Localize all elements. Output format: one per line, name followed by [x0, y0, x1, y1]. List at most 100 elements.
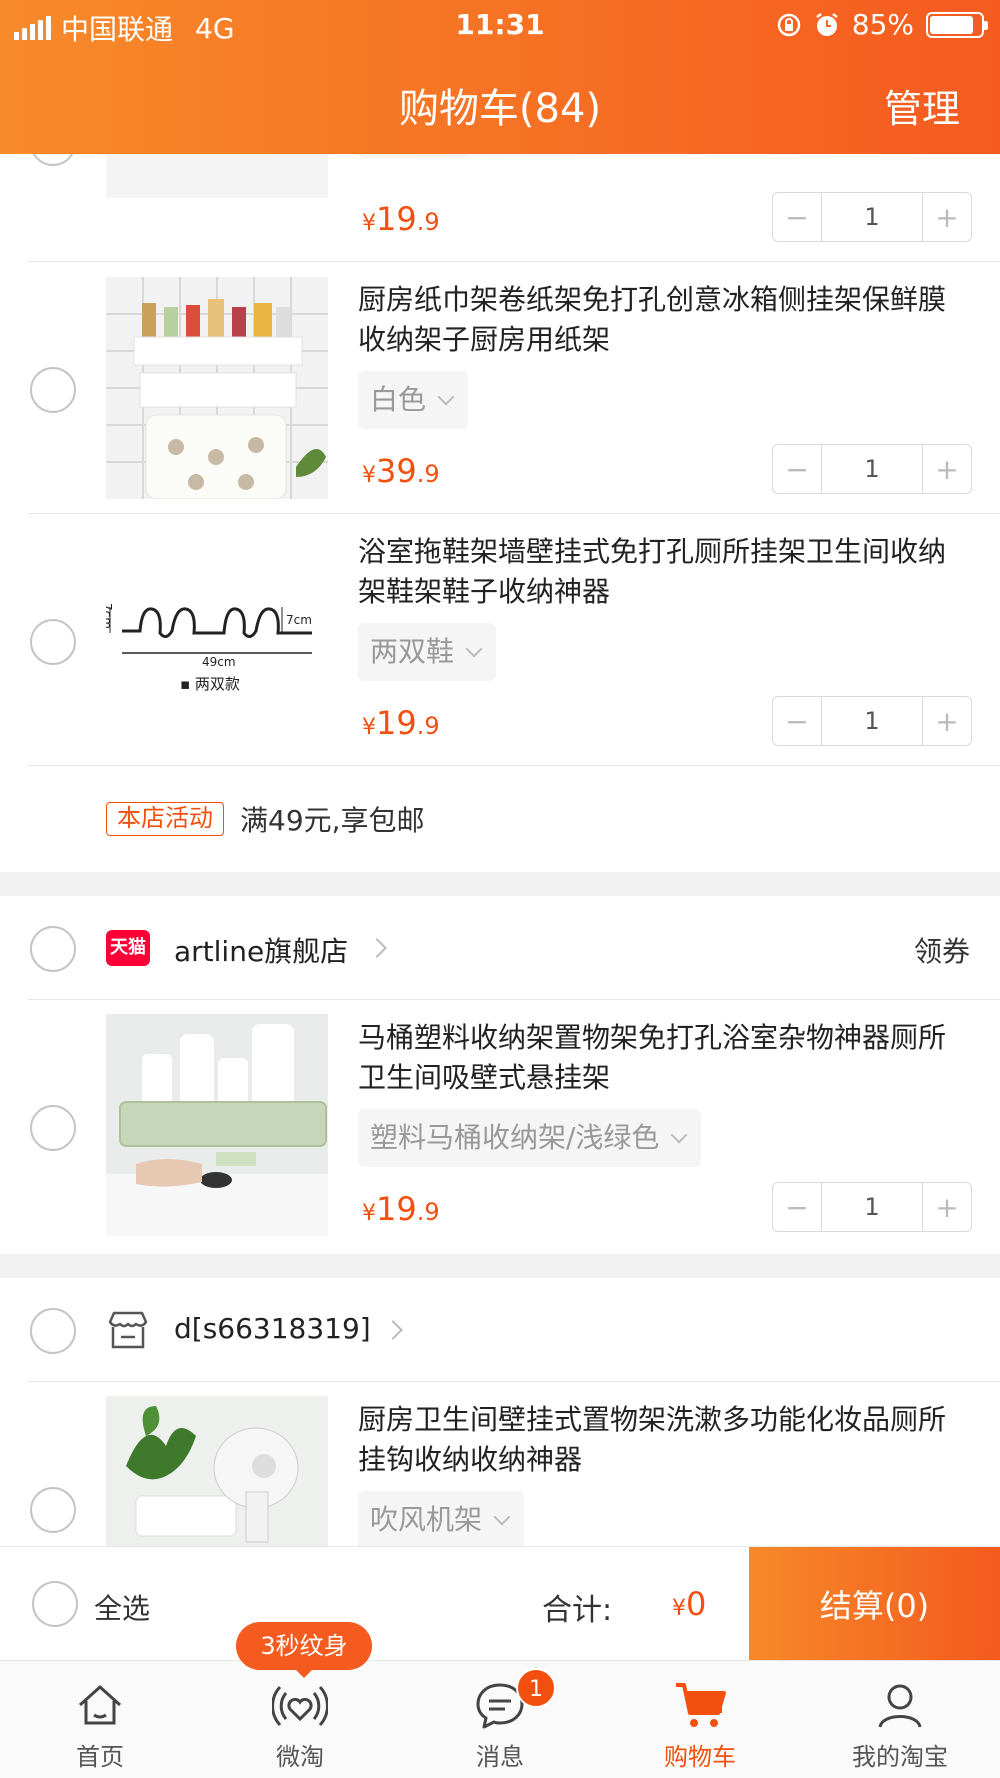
quantity-stepper[interactable]: − 1 + — [772, 1182, 972, 1232]
alarm-icon — [816, 12, 838, 36]
checkout-button[interactable]: 结算(0) — [749, 1547, 1000, 1661]
sku-selector[interactable]: 两双鞋 — [358, 623, 497, 681]
store-icon — [106, 1310, 150, 1350]
tab-home[interactable]: 首页 — [0, 1661, 200, 1778]
total-value: ¥0 — [672, 1585, 707, 1623]
battery-icon — [926, 11, 988, 38]
shop-card-1: 黑色 ¥19.9 − 1 + — [0, 78, 1000, 872]
shop-promo[interactable]: 本店活动 满49元,享包邮 — [0, 766, 1000, 866]
shop-header[interactable]: d[s66318319] — [0, 1278, 1000, 1382]
promo-text: 满49元,享包邮 — [240, 804, 425, 837]
product-image[interactable] — [106, 277, 328, 499]
decrease-button[interactable]: − — [773, 1183, 821, 1231]
sku-selector[interactable]: 塑料马桶收纳架/浅绿色 — [358, 1109, 702, 1167]
item-price: ¥19.9 — [362, 704, 440, 742]
rotation-lock-icon — [777, 13, 801, 36]
quantity-value[interactable]: 1 — [821, 445, 923, 493]
item-checkbox[interactable] — [30, 619, 76, 665]
cart-item: 厨房卫生间壁挂式置物架洗漱多功能化妆品厕所挂钩收纳收纳神器 吹风机架 — [0, 1382, 1000, 1546]
quantity-value[interactable]: 1 — [821, 697, 923, 745]
quantity-value[interactable]: 1 — [821, 193, 923, 241]
image-label-width: 49cm — [202, 655, 236, 669]
image-label-height-right: 7cm — [286, 613, 312, 627]
product-image[interactable] — [106, 1014, 328, 1236]
sku-selector[interactable]: 白色 — [358, 371, 469, 429]
select-all-label[interactable]: 全选 — [94, 1587, 150, 1627]
increase-button[interactable]: + — [923, 1183, 971, 1231]
product-title[interactable]: 马桶塑料收纳架置物架免打孔浴室杂物神器厕所卫生间吸壁式悬挂架 — [358, 1018, 968, 1098]
chevron-right-icon — [383, 1320, 403, 1340]
weitao-icon — [272, 1685, 328, 1727]
quantity-value[interactable]: 1 — [821, 1183, 923, 1231]
profile-icon — [878, 1684, 922, 1728]
cart-list[interactable]: 黑色 ¥19.9 − 1 + — [0, 0, 1000, 1546]
tab-weitao[interactable]: 微淘 — [200, 1661, 400, 1778]
tab-label: 微淘 — [276, 1743, 324, 1771]
decrease-button[interactable]: − — [773, 193, 821, 241]
tab-label: 首页 — [76, 1743, 124, 1771]
shop-name[interactable]: d[s66318319] — [174, 1312, 371, 1345]
cart-item: 厨房纸巾架卷纸架免打孔创意冰箱侧挂架保鲜膜收纳架子厨房用纸架 白色 ¥39.9 … — [0, 262, 1000, 514]
cart-screen: 黑色 ¥19.9 − 1 + — [0, 0, 1000, 1778]
cart-icon — [676, 1683, 726, 1727]
item-checkbox[interactable] — [30, 1487, 76, 1533]
shop-header[interactable]: 天猫 artline旗舰店 领券 — [0, 896, 1000, 1000]
image-label-height: 7cm — [106, 603, 114, 629]
checkout-bar: 全选 合计: ¥0 结算(0) — [0, 1546, 1000, 1661]
item-checkbox[interactable] — [30, 1105, 76, 1151]
shop-card-3: d[s66318319] 厨房卫生间壁挂式置物架洗漱多功能化妆品厕所挂钩收纳收纳… — [0, 1278, 1000, 1546]
decrease-button[interactable]: − — [773, 445, 821, 493]
image-caption: ▪ 两双款 — [180, 675, 240, 693]
product-title[interactable]: 厨房纸巾架卷纸架免打孔创意冰箱侧挂架保鲜膜收纳架子厨房用纸架 — [358, 280, 968, 360]
quantity-stepper[interactable]: − 1 + — [772, 444, 972, 494]
quantity-stepper[interactable]: − 1 + — [772, 696, 972, 746]
message-badge: 1 — [516, 1668, 556, 1708]
tab-cart[interactable]: 购物车 — [600, 1661, 800, 1778]
coupon-button[interactable]: 领券 — [914, 930, 970, 970]
tab-label: 购物车 — [664, 1743, 736, 1771]
product-image[interactable]: 7cm 7cm 49cm ▪ 两双款 — [106, 529, 328, 751]
item-price: ¥19.9 — [362, 200, 440, 238]
shop-checkbox[interactable] — [30, 926, 76, 972]
tab-profile[interactable]: 我的淘宝 — [800, 1661, 1000, 1778]
battery-fill — [930, 15, 973, 34]
item-price: ¥39.9 — [362, 452, 440, 490]
chevron-down-icon — [465, 640, 483, 658]
decrease-button[interactable]: − — [773, 697, 821, 745]
increase-button[interactable]: + — [923, 193, 971, 241]
tab-label: 消息 — [476, 1743, 524, 1771]
tmall-icon: 天猫 — [106, 930, 150, 966]
cart-item: 马桶塑料收纳架置物架免打孔浴室杂物神器厕所卫生间吸壁式悬挂架 塑料马桶收纳架/浅… — [0, 1000, 1000, 1252]
chevron-down-icon — [437, 388, 455, 406]
battery-percent: 85% — [851, 8, 914, 41]
item-price: ¥19.9 — [362, 1190, 440, 1228]
promo-tag: 本店活动 — [106, 802, 224, 836]
shop-card-2: 天猫 artline旗舰店 领券 马桶塑料收纳架置物架免打孔浴室杂物神器厕所卫生… — [0, 896, 1000, 1254]
product-image[interactable] — [106, 1396, 328, 1546]
item-checkbox[interactable] — [30, 367, 76, 413]
shop-checkbox[interactable] — [30, 1308, 76, 1354]
home-icon — [78, 1685, 122, 1725]
sku-selector[interactable]: 吹风机架 — [358, 1491, 525, 1546]
weitao-promo-bubble[interactable]: 3秒纹身 — [236, 1622, 372, 1678]
status-right: 85% — [776, 8, 988, 41]
cart-item: 7cm 7cm 49cm ▪ 两双款 浴室拖鞋架墙壁挂式免打孔厕所挂架卫生间收纳… — [0, 514, 1000, 766]
tab-label: 我的淘宝 — [852, 1743, 948, 1771]
increase-button[interactable]: + — [923, 445, 971, 493]
status-bar: 中国联通 4G 11:31 85% — [0, 0, 1000, 50]
chevron-down-icon — [493, 1508, 511, 1526]
chevron-down-icon — [670, 1126, 688, 1144]
header: 中国联通 4G 11:31 85% 购物车(84) 管理 — [0, 0, 1000, 154]
tab-messages[interactable]: 消息 — [400, 1661, 600, 1778]
total-label: 合计: — [542, 1593, 613, 1628]
chevron-right-icon — [367, 938, 387, 958]
increase-button[interactable]: + — [923, 697, 971, 745]
product-title[interactable]: 厨房卫生间壁挂式置物架洗漱多功能化妆品厕所挂钩收纳收纳神器 — [358, 1400, 968, 1480]
product-title[interactable]: 浴室拖鞋架墙壁挂式免打孔厕所挂架卫生间收纳架鞋架鞋子收纳神器 — [358, 532, 968, 612]
page-title: 购物车(84) — [398, 86, 602, 132]
select-all-checkbox[interactable] — [32, 1581, 78, 1627]
quantity-stepper[interactable]: − 1 + — [772, 192, 972, 242]
manage-button[interactable]: 管理 — [884, 78, 960, 133]
shop-name[interactable]: artline旗舰店 — [174, 930, 348, 970]
tab-bar: 首页 微淘 消息 购物车 我的淘宝 — [0, 1660, 1000, 1778]
